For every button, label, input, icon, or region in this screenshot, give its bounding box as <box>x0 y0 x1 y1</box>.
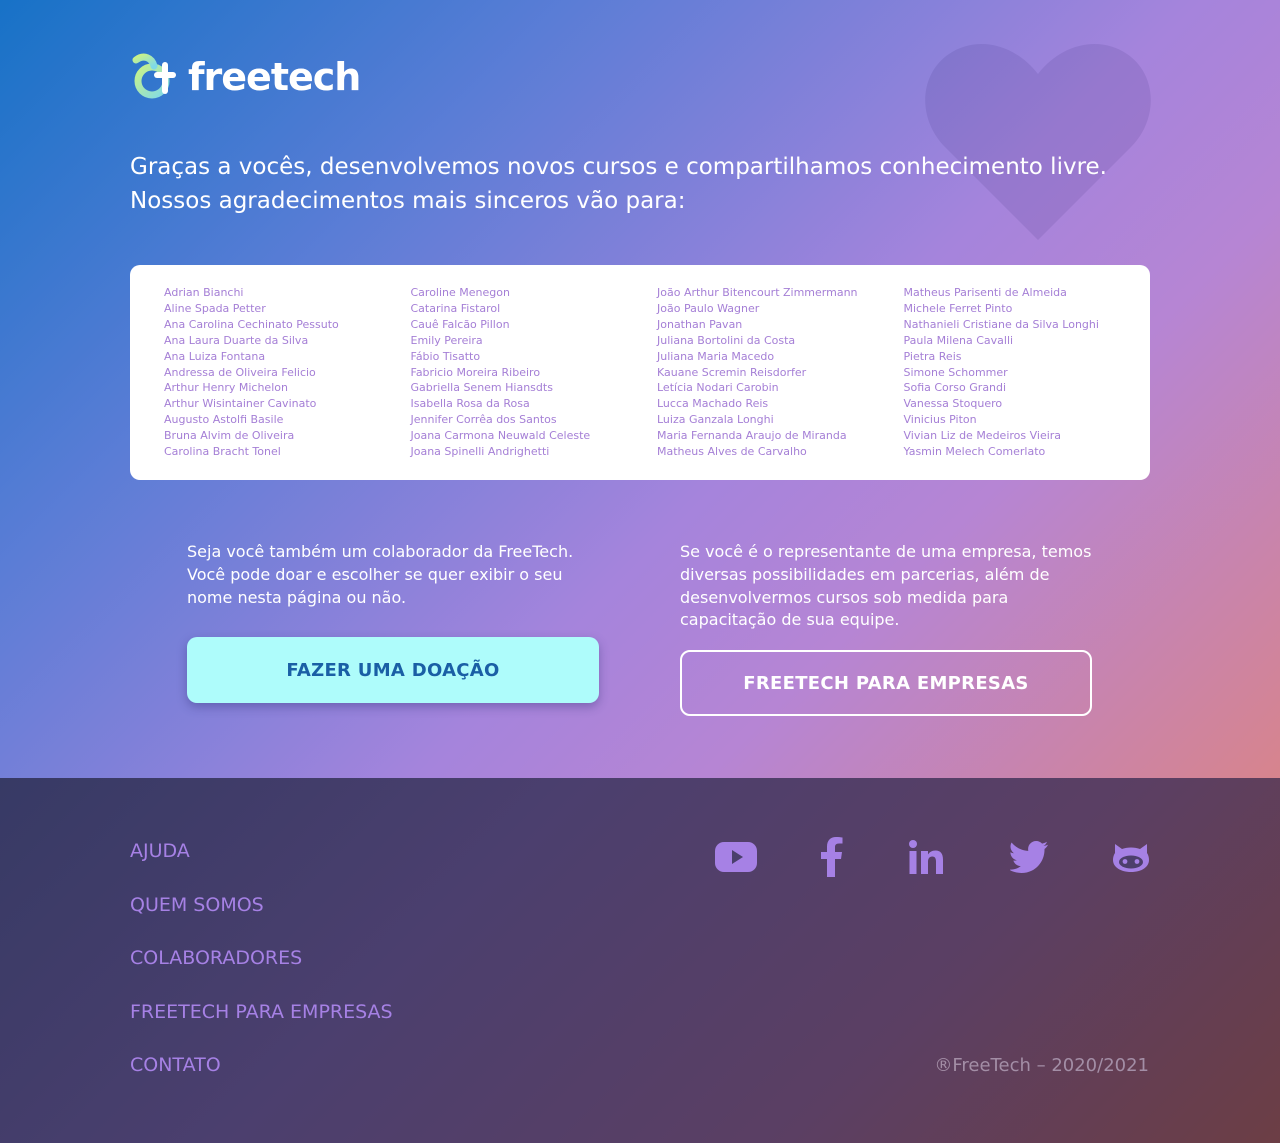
footer-link-quem-somos[interactable]: QUEM SOMOS <box>130 892 393 918</box>
contributor-name: Adrian Bianchi <box>164 286 244 299</box>
logo[interactable]: freetech <box>130 52 361 102</box>
contributor-name: Nathanieli Cristiane da Silva Longhi <box>903 317 1099 331</box>
contributor-name: Juliana Bortolini da Costa <box>657 333 796 347</box>
contributor-name: Bruna Alvim de Oliveira <box>164 429 295 443</box>
footer-link-freetech-empresas[interactable]: FREETECH PARA EMPRESAS <box>130 999 393 1025</box>
contributors-column: Caroline Menegon Catarina Fistarol Cauê Fa… <box>411 285 658 480</box>
facebook-icon[interactable] <box>820 835 844 879</box>
contributor-name: Matheus Parisenti de Almeida <box>903 286 1067 299</box>
hero-section: freetech Graças a vocês, desenvolvemos n… <box>0 0 1280 778</box>
contributors-column: Matheus Parisenti de Almeida Michele Ferr… <box>904 285 1151 480</box>
copyright: ®FreeTech – 2020/2021 <box>934 1055 1149 1076</box>
contributor-name: Arthur Wisintainer Cavinato <box>164 397 317 411</box>
contributor-name: Emily Pereira <box>410 333 483 347</box>
contributor-name: Gabriella Senem Hiansdts <box>410 381 553 395</box>
contributor-name: Caroline Menegon <box>410 286 510 299</box>
contributor-name: Fábio Tisatto <box>410 349 481 363</box>
contributor-name: Catarina Fistarol <box>410 301 501 315</box>
donate-button[interactable]: FAZER UMA DOAÇÃO <box>187 637 599 703</box>
intro-text: Graças a vocês, desenvolvemos novos curs… <box>130 150 1130 218</box>
twitter-icon[interactable] <box>1010 835 1048 879</box>
linkedin-icon[interactable] <box>908 835 944 879</box>
contributor-name: Ana Luiza Fontana <box>164 349 266 363</box>
contributor-name: Pietra Reis <box>903 349 962 363</box>
contributor-name: Maria Fernanda Araujo de Miranda <box>657 429 847 443</box>
intro-line-2: Nossos agradecimentos mais sinceros vão … <box>130 188 686 214</box>
footer: AJUDA QUEM SOMOS COLABORADORES FREETECH … <box>0 778 1280 1143</box>
contributor-name: Isabella Rosa da Rosa <box>410 397 530 411</box>
contributors-card: Adrian Bianchi Aline Spada Petter Ana Caro… <box>130 265 1150 480</box>
contributors-column: Adrian Bianchi Aline Spada Petter Ana Caro… <box>164 285 411 480</box>
contributor-name: Joana Carmona Neuwald Celeste <box>410 429 591 443</box>
freetech-business-button[interactable]: FREETECH PARA EMPRESAS <box>680 650 1092 716</box>
contributor-name: Augusto Astolfi Basile <box>164 413 284 427</box>
logo-text: freetech <box>188 55 361 99</box>
contributor-name: João Paulo Wagner <box>657 301 760 315</box>
contributor-name: Vanessa Stoquero <box>903 397 1003 411</box>
footer-link-colaboradores[interactable]: COLABORADORES <box>130 945 393 971</box>
contributor-name: Ana Laura Duarte da Silva <box>164 333 309 347</box>
github-icon[interactable] <box>1112 835 1150 879</box>
contributor-name: Kauane Scremin Reisdorfer <box>657 365 807 379</box>
contributor-name: Arthur Henry Michelon <box>164 381 288 395</box>
freetech-logo-icon <box>132 53 176 99</box>
contributor-name: Letícia Nodari Carobin <box>657 381 779 395</box>
contributor-name: Joana Spinelli Andrighetti <box>410 445 550 459</box>
contributor-name: Andressa de Oliveira Felicio <box>164 365 316 379</box>
contributor-name: Vivian Liz de Medeiros Vieira <box>903 429 1062 443</box>
contributor-name: Lucca Machado Reis <box>657 397 769 411</box>
contributor-name: Aline Spada Petter <box>164 301 266 315</box>
contributor-name: Sofia Corso Grandi <box>903 381 1007 395</box>
business-description: Se você é o representante de uma empresa… <box>680 542 1092 630</box>
contributor-name: Ana Carolina Cechinato Pessuto <box>164 317 339 331</box>
contributor-name: Jonathan Pavan <box>657 317 743 331</box>
contributor-name: Yasmin Melech Comerlato <box>903 445 1046 459</box>
contributor-name: Carolina Bracht Tonel <box>164 445 281 459</box>
contributor-name: Fabricio Moreira Ribeiro <box>410 365 541 379</box>
contributors-column: João Arthur Bitencourt Zimmermann João Pa… <box>657 285 904 480</box>
contributor-name: Simone Schommer <box>903 365 1008 379</box>
contributor-name: Michele Ferret Pinto <box>903 301 1013 315</box>
youtube-icon[interactable] <box>715 835 757 879</box>
intro-line-1: Graças a vocês, desenvolvemos novos curs… <box>130 154 1107 180</box>
contributor-name: João Arthur Bitencourt Zimmermann <box>657 286 858 299</box>
contributor-name: Paula Milena Cavalli <box>903 333 1014 347</box>
contributor-name: Juliana Maria Macedo <box>657 349 775 363</box>
contributor-name: Jennifer Corrêa dos Santos <box>410 413 557 427</box>
donate-description: Seja você também um colaborador da FreeT… <box>187 542 574 607</box>
contributor-name: Matheus Alves de Carvalho <box>657 445 807 459</box>
contributor-name: Vinicius Piton <box>903 413 977 427</box>
footer-link-contato[interactable]: CONTATO <box>130 1052 393 1078</box>
contributor-name: Cauê Falcão Pillon <box>410 317 510 331</box>
contributor-name: Luiza Ganzala Longhi <box>657 413 774 427</box>
social-links <box>0 835 1280 879</box>
